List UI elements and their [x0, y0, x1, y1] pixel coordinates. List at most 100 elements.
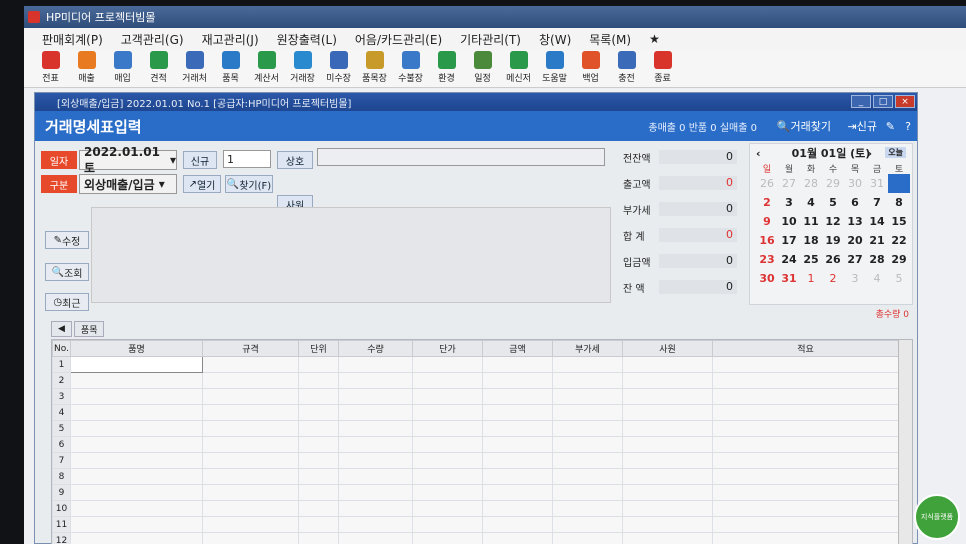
column-header[interactable]: 금액 [482, 340, 553, 357]
calendar-day[interactable]: 25 [800, 250, 822, 269]
table-row[interactable]: 1 [52, 356, 899, 373]
table-cell[interactable] [70, 388, 203, 405]
column-header[interactable]: 품명 [70, 340, 203, 357]
table-cell[interactable] [202, 388, 299, 405]
calendar-day[interactable]: 23 [756, 250, 778, 269]
table-cell[interactable] [712, 468, 899, 485]
table-cell[interactable] [338, 500, 413, 517]
calendar-day[interactable]: 11 [800, 212, 822, 231]
column-header[interactable]: 사원 [622, 340, 713, 357]
table-cell[interactable] [202, 532, 299, 544]
table-cell[interactable] [70, 404, 203, 421]
calendar-day[interactable]: 18 [800, 231, 822, 250]
calendar-day[interactable]: 16 [756, 231, 778, 250]
memo-area[interactable] [91, 207, 611, 303]
tab-1[interactable]: 품목 [73, 321, 105, 337]
table-cell[interactable] [202, 420, 299, 437]
menu-item-5[interactable]: 기타관리(T) [460, 31, 521, 48]
table-cell[interactable] [298, 484, 339, 501]
table-cell[interactable] [712, 420, 899, 437]
table-cell[interactable] [298, 372, 339, 389]
table-cell[interactable] [298, 356, 339, 373]
calendar-day[interactable]: 1 [888, 174, 910, 193]
new-entry-button[interactable]: 신규 [183, 151, 217, 169]
table-cell[interactable] [552, 468, 623, 485]
table-cell[interactable] [202, 404, 299, 421]
toolbar-button-5[interactable]: 품목 [214, 51, 247, 87]
toolbar-button-2[interactable]: 매입 [106, 51, 139, 87]
toolbar-button-8[interactable]: 미수장 [322, 51, 355, 87]
table-cell[interactable] [482, 404, 553, 421]
calendar-day[interactable]: 29 [888, 250, 910, 269]
date-picker[interactable]: 2022.01.01 토 ▾ [79, 145, 177, 175]
menu-item-7[interactable]: 목록(M) [589, 31, 631, 48]
table-cell[interactable] [552, 420, 623, 437]
sequence-stepper[interactable]: 1 [223, 150, 271, 168]
find-transaction-button[interactable]: 🔍거래찾기 [777, 118, 831, 134]
calendar-day[interactable]: 3 [844, 269, 866, 288]
table-cell[interactable] [298, 500, 339, 517]
toolbar-button-0[interactable]: 전표 [34, 51, 67, 87]
menu-item-2[interactable]: 재고관리(J) [202, 31, 259, 48]
table-cell[interactable] [712, 404, 899, 421]
table-cell[interactable] [622, 516, 713, 533]
calendar-day[interactable]: 24 [778, 250, 800, 269]
toolbar-button-10[interactable]: 수불장 [394, 51, 427, 87]
table-cell[interactable] [70, 468, 203, 485]
table-cell[interactable] [338, 420, 413, 437]
type-select[interactable]: 외상매출/입금 ▾ [79, 174, 177, 194]
table-row[interactable]: 3 [52, 388, 899, 405]
column-header[interactable]: No. [52, 340, 71, 357]
calendar-day[interactable]: 20 [844, 231, 866, 250]
calendar-day[interactable]: 3 [778, 193, 800, 212]
calendar-day[interactable]: 1 [800, 269, 822, 288]
calendar-day[interactable]: 28 [800, 174, 822, 193]
table-row[interactable]: 11 [52, 516, 899, 533]
column-header[interactable]: 적요 [712, 340, 899, 357]
table-row[interactable]: 10 [52, 500, 899, 517]
table-cell[interactable] [338, 356, 413, 373]
table-cell[interactable] [622, 484, 713, 501]
table-row[interactable]: 8 [52, 468, 899, 485]
toolbar-button-4[interactable]: 거래처 [178, 51, 211, 87]
table-cell[interactable] [412, 388, 483, 405]
table-cell[interactable] [338, 468, 413, 485]
calendar-day[interactable]: 10 [778, 212, 800, 231]
table-cell[interactable] [412, 468, 483, 485]
table-cell[interactable] [412, 356, 483, 373]
pencil-icon[interactable]: ✎ [886, 120, 895, 133]
find-button[interactable]: 🔍 찾기(F) [225, 175, 273, 193]
recent-button[interactable]: ◷ 최근 [45, 293, 89, 311]
table-cell[interactable] [482, 484, 553, 501]
table-cell[interactable] [622, 356, 713, 373]
table-row[interactable]: 9 [52, 484, 899, 501]
calendar-day[interactable]: 12 [822, 212, 844, 231]
table-cell[interactable] [482, 468, 553, 485]
toolbar-button-16[interactable]: 충전 [610, 51, 643, 87]
table-cell[interactable] [202, 452, 299, 469]
toolbar-button-12[interactable]: 일정 [466, 51, 499, 87]
menu-item-0[interactable]: 판매회계(P) [42, 31, 103, 48]
table-cell[interactable] [70, 436, 203, 453]
toolbar-button-11[interactable]: 환경 [430, 51, 463, 87]
table-cell[interactable] [712, 500, 899, 517]
table-cell[interactable] [338, 388, 413, 405]
calendar-day[interactable]: 30 [844, 174, 866, 193]
open-button[interactable]: ↗ 열기 [183, 175, 221, 193]
table-cell[interactable] [712, 436, 899, 453]
calendar-day[interactable]: 26 [756, 174, 778, 193]
table-cell[interactable] [412, 500, 483, 517]
table-cell[interactable] [482, 516, 553, 533]
calendar-day[interactable]: 31 [778, 269, 800, 288]
new-button[interactable]: ⇥신규 [848, 118, 877, 134]
today-button[interactable]: 오늘 [885, 147, 906, 158]
menu-item-8[interactable]: ★ [649, 32, 660, 46]
toolbar-button-9[interactable]: 품목장 [358, 51, 391, 87]
table-cell[interactable] [338, 404, 413, 421]
toolbar-button-15[interactable]: 백업 [574, 51, 607, 87]
calendar-day[interactable]: 27 [844, 250, 866, 269]
help-icon[interactable]: ? [905, 120, 911, 133]
table-cell[interactable] [552, 372, 623, 389]
table-cell[interactable] [338, 516, 413, 533]
calendar-day[interactable]: 30 [756, 269, 778, 288]
